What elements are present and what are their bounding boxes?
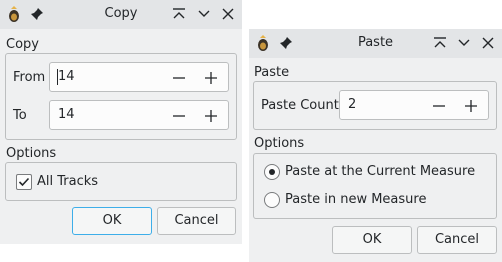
plus-icon[interactable]: [203, 108, 219, 124]
paste-count-value[interactable]: 2: [348, 97, 356, 112]
minimize-icon[interactable]: [196, 6, 212, 22]
all-tracks-label[interactable]: All Tracks: [37, 174, 98, 189]
options-group-label: Options: [6, 146, 57, 161]
to-value[interactable]: 14: [58, 107, 75, 122]
from-spinbox[interactable]: 14: [49, 62, 229, 92]
minus-icon[interactable]: [171, 70, 187, 86]
copy-group-label: Copy: [6, 37, 39, 52]
minimize-icon[interactable]: [456, 35, 472, 51]
to-spinbox[interactable]: 14: [49, 100, 229, 130]
plus-icon[interactable]: [203, 70, 219, 86]
paste-dialog: Paste Paste Paste Count 2 Options Paste …: [249, 29, 502, 262]
paste-new-measure-label[interactable]: Paste in new Measure: [285, 192, 426, 207]
keep-above-icon[interactable]: [171, 6, 187, 22]
close-icon[interactable]: [480, 35, 496, 51]
from-value[interactable]: 14: [58, 69, 75, 84]
copy-titlebar[interactable]: Copy: [0, 0, 242, 29]
close-icon[interactable]: [220, 6, 236, 22]
paste-count-label: Paste Count: [261, 98, 339, 113]
plus-icon[interactable]: [463, 98, 479, 114]
to-label: To: [13, 108, 27, 123]
paste-current-measure-label[interactable]: Paste at the Current Measure: [285, 164, 475, 179]
paste-count-spinbox[interactable]: 2: [339, 90, 489, 120]
paste-group-label: Paste: [254, 65, 290, 80]
cancel-button[interactable]: Cancel: [417, 226, 497, 254]
paste-current-measure-radio[interactable]: [264, 164, 280, 180]
cancel-button[interactable]: Cancel: [157, 207, 236, 235]
options-group-box: [253, 153, 497, 219]
paste-new-measure-radio[interactable]: [264, 192, 280, 208]
copy-dialog: Copy Copy From 14 To 14 Options All Trac…: [0, 0, 242, 244]
all-tracks-checkbox[interactable]: [16, 174, 32, 190]
options-group-label: Options: [254, 136, 305, 151]
checkmark-icon: [18, 177, 30, 187]
ok-button[interactable]: OK: [72, 207, 152, 235]
minus-icon[interactable]: [431, 98, 447, 114]
from-label: From: [13, 70, 46, 85]
keep-above-icon[interactable]: [432, 35, 448, 51]
radio-selected-dot: [269, 169, 275, 175]
paste-titlebar[interactable]: Paste: [249, 29, 502, 58]
minus-icon[interactable]: [171, 108, 187, 124]
ok-button[interactable]: OK: [332, 226, 412, 254]
